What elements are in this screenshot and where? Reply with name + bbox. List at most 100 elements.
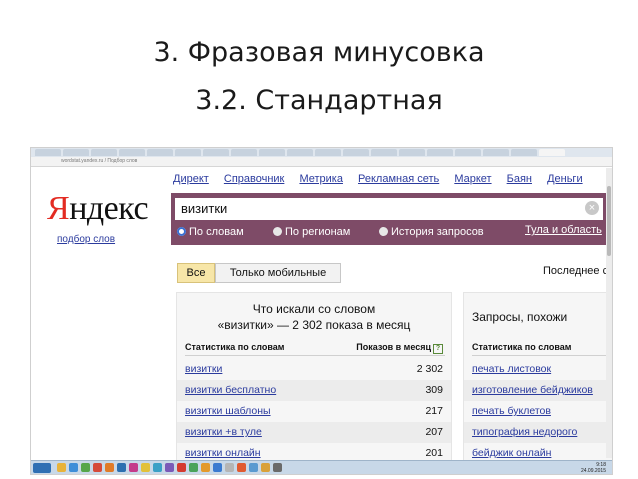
last-period-label[interactable]: Последнее с bbox=[543, 265, 608, 277]
search-input[interactable]: визитки × bbox=[175, 198, 603, 220]
table-row: визитки +в туле 207 bbox=[177, 422, 451, 443]
filter-mobile-button[interactable]: Только мобильные bbox=[215, 263, 341, 283]
app-icon[interactable] bbox=[165, 463, 174, 472]
header-divider bbox=[185, 355, 445, 356]
keyword-link[interactable]: визитки шаблоны bbox=[185, 405, 271, 417]
browser-tab[interactable] bbox=[35, 149, 61, 156]
system-clock[interactable]: 9:18 24.09.2015 bbox=[581, 462, 606, 474]
browser-tab[interactable] bbox=[91, 149, 117, 156]
radio-unchecked-icon bbox=[379, 227, 388, 236]
impressions-count: 309 bbox=[425, 384, 443, 396]
column-header-words: Статистика по словам bbox=[472, 342, 572, 352]
table-row: печать листовок bbox=[464, 359, 612, 380]
page-tab-title: Подбор слов bbox=[107, 158, 138, 164]
browser-tab[interactable] bbox=[287, 149, 313, 156]
explorer-icon[interactable] bbox=[57, 463, 66, 472]
keyword-link[interactable]: печать листовок bbox=[472, 363, 551, 375]
table-row: визитки шаблоны 217 bbox=[177, 401, 451, 422]
yandex-services-nav: Директ Справочник Метрика Рекламная сеть… bbox=[173, 173, 595, 187]
radio-by-words[interactable]: По словам bbox=[177, 226, 244, 238]
table-row: визитки 2 302 bbox=[177, 359, 451, 380]
clear-search-icon[interactable]: × bbox=[585, 201, 599, 215]
address-bar[interactable]: wordstat.yandex.ru / Подбор слов bbox=[31, 157, 612, 167]
nav-link-money[interactable]: Деньги bbox=[547, 173, 583, 185]
panel-heading-total: «визитки» — 2 302 показа в месяц bbox=[217, 318, 411, 332]
slide-subtitle: 3.2. Стандартная bbox=[195, 85, 443, 116]
app-icon[interactable] bbox=[249, 463, 258, 472]
nav-link-market[interactable]: Маркет bbox=[454, 173, 491, 185]
region-link[interactable]: Тула и область bbox=[525, 224, 602, 236]
keyword-link[interactable]: визитки бесплатно bbox=[185, 384, 276, 396]
browser-tab[interactable] bbox=[371, 149, 397, 156]
keyword-link[interactable]: визитки онлайн bbox=[185, 447, 261, 459]
filter-all-button[interactable]: Все bbox=[177, 263, 215, 283]
browser-tab[interactable] bbox=[343, 149, 369, 156]
app-icon[interactable] bbox=[93, 463, 102, 472]
panel-heading: Запросы, похожи bbox=[472, 310, 568, 324]
app-icon[interactable] bbox=[273, 463, 282, 472]
browser-tab[interactable] bbox=[455, 149, 481, 156]
nav-link-spravochnik[interactable]: Справочник bbox=[224, 173, 285, 185]
url-text: wordstat.yandex.ru bbox=[61, 158, 104, 164]
windows-taskbar: 9:18 24.09.2015 bbox=[31, 460, 612, 474]
impressions-count: 201 bbox=[425, 447, 443, 459]
browser-tab[interactable] bbox=[175, 149, 201, 156]
app-icon[interactable] bbox=[105, 463, 114, 472]
browser-tab[interactable] bbox=[147, 149, 173, 156]
app-icon[interactable] bbox=[237, 463, 246, 472]
app-icon[interactable] bbox=[177, 463, 186, 472]
nav-link-metrika[interactable]: Метрика bbox=[299, 173, 343, 185]
app-icon[interactable] bbox=[225, 463, 234, 472]
browser-tab-bar[interactable] bbox=[31, 148, 612, 157]
app-icon[interactable] bbox=[69, 463, 78, 472]
browser-tab[interactable] bbox=[511, 149, 537, 156]
keyword-link[interactable]: визитки bbox=[185, 363, 222, 375]
radio-history[interactable]: История запросов bbox=[379, 226, 484, 238]
app-icon[interactable] bbox=[129, 463, 138, 472]
app-icon[interactable] bbox=[141, 463, 150, 472]
app-icon[interactable] bbox=[261, 463, 270, 472]
help-icon[interactable]: ? bbox=[433, 344, 443, 354]
app-icon[interactable] bbox=[213, 463, 222, 472]
keyword-link[interactable]: типография недорого bbox=[472, 426, 577, 438]
nav-link-ad-network[interactable]: Рекламная сеть bbox=[358, 173, 439, 185]
browser-tab[interactable] bbox=[483, 149, 509, 156]
logo-rest: ндекс bbox=[69, 190, 149, 227]
nav-link-direct[interactable]: Директ bbox=[173, 173, 209, 185]
app-icon[interactable] bbox=[81, 463, 90, 472]
radio-label: По регионам bbox=[285, 226, 351, 238]
wordstat-link[interactable]: подбор слов bbox=[57, 234, 115, 245]
browser-tab[interactable] bbox=[63, 149, 89, 156]
words-stats-panel: Что искали со словом «визитки» — 2 302 п… bbox=[176, 292, 452, 474]
browser-tab[interactable] bbox=[231, 149, 257, 156]
yandex-logo[interactable]: Яндекс bbox=[47, 190, 149, 228]
app-icon[interactable] bbox=[153, 463, 162, 472]
browser-tab[interactable] bbox=[427, 149, 453, 156]
impressions-count: 207 bbox=[425, 426, 443, 438]
keyword-link[interactable]: визитки +в туле bbox=[185, 426, 262, 438]
keyword-link[interactable]: бейджик онлайн bbox=[472, 447, 551, 459]
radio-checked-icon bbox=[177, 227, 186, 236]
table-row: изготовление бейджиков bbox=[464, 380, 612, 401]
browser-screenshot: wordstat.yandex.ru / Подбор слов Директ … bbox=[30, 147, 613, 475]
app-icon[interactable] bbox=[117, 463, 126, 472]
keyword-link[interactable]: печать буклетов bbox=[472, 405, 551, 417]
radio-by-regions[interactable]: По регионам bbox=[273, 226, 350, 238]
browser-tab-active[interactable] bbox=[539, 149, 565, 156]
browser-tab[interactable] bbox=[315, 149, 341, 156]
browser-tab[interactable] bbox=[399, 149, 425, 156]
app-icon[interactable] bbox=[201, 463, 210, 472]
start-button-icon[interactable] bbox=[33, 463, 51, 473]
browser-tab[interactable] bbox=[259, 149, 285, 156]
page-scrollbar[interactable] bbox=[606, 168, 612, 458]
panel-heading: Что искали со словом bbox=[252, 302, 376, 316]
nav-link-bayan[interactable]: Баян bbox=[507, 173, 532, 185]
table-row: визитки бесплатно 309 bbox=[177, 380, 451, 401]
radio-label: История запросов bbox=[391, 226, 484, 238]
browser-tab[interactable] bbox=[203, 149, 229, 156]
clock-date: 24.09.2015 bbox=[580, 468, 606, 474]
browser-tab[interactable] bbox=[119, 149, 145, 156]
keyword-link[interactable]: изготовление бейджиков bbox=[472, 384, 593, 396]
scrollbar-thumb[interactable] bbox=[607, 186, 611, 256]
app-icon[interactable] bbox=[189, 463, 198, 472]
